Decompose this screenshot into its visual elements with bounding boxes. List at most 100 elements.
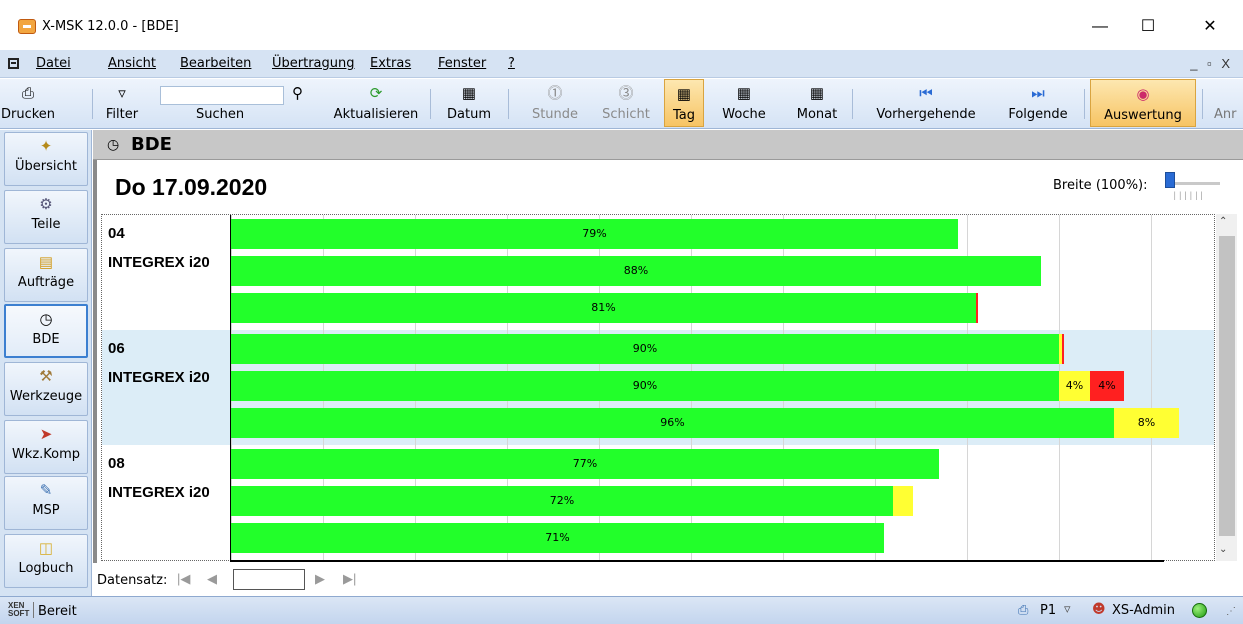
sidebar-item-label: Werkzeuge — [9, 389, 83, 404]
page-title: BDE — [131, 134, 172, 155]
last-record-button[interactable]: ▶| — [343, 571, 356, 587]
msp-icon: ✎ — [39, 482, 53, 499]
status-bar: XEN SOFT Bereit ⎙ P1 ▿ ☻ XS-Admin — [0, 596, 1243, 624]
maximize-button[interactable]: ☐ — [1125, 12, 1171, 42]
network-printer-icon: ⎙ — [1018, 603, 1029, 618]
next-button[interactable]: ⏭ Folgende — [1000, 79, 1076, 127]
bar-value-label: 81% — [591, 301, 616, 314]
width-slider-ticks: ││││││ — [1173, 193, 1206, 200]
next-label: Folgende — [1008, 107, 1068, 122]
resize-grip-icon[interactable]: ⋰ — [1226, 606, 1236, 617]
sidebar-item-overview[interactable]: ✦ Übersicht — [4, 132, 88, 186]
minimize-button[interactable]: — — [1077, 12, 1123, 42]
sidebar-item-msp[interactable]: ✎ MSP — [4, 476, 88, 530]
calendar-icon: ▦ — [461, 85, 477, 102]
filter-status-icon: ▿ — [1064, 602, 1071, 617]
sidebar-item-label: Logbuch — [18, 561, 74, 576]
title-bar: X-MSK 12.0.0 - [BDE] — ☐ ✕ — [0, 0, 1243, 50]
print-label: Drucken — [0, 107, 56, 122]
menu-bearbeiten[interactable]: Bearbeiten — [180, 56, 251, 71]
search-input[interactable] — [160, 86, 284, 105]
width-slider-thumb[interactable] — [1165, 172, 1175, 188]
sidebar-item-logbook[interactable]: ◫ Logbuch — [4, 534, 88, 588]
content-header: ◷ BDE — [93, 130, 1243, 160]
menu-fenster[interactable]: Fenster — [438, 56, 486, 71]
print-button[interactable]: ⎙ Drucken — [0, 79, 56, 127]
filter-funnel-icon: ▿ — [118, 85, 126, 102]
filter-label: Filter — [105, 107, 139, 122]
month-button[interactable]: ▦ Monat — [790, 79, 844, 127]
skip-forward-icon: ⏭ — [1031, 85, 1045, 102]
orders-icon: ▤ — [38, 254, 54, 271]
bar-value-label: 77% — [572, 457, 598, 470]
scroll-up-arrow-icon[interactable]: ⌃ — [1219, 216, 1227, 227]
previous-label: Vorhergehende — [876, 107, 976, 122]
search-label: Suchen — [196, 107, 245, 122]
menu-help[interactable]: ? — [508, 56, 515, 71]
toolbar-separator — [1202, 89, 1203, 119]
system-menu-icon[interactable] — [8, 58, 19, 69]
close-button[interactable]: ✕ — [1187, 12, 1233, 42]
record-number-input[interactable] — [233, 569, 305, 590]
sidebar-item-orders[interactable]: ▤ Aufträge — [4, 248, 88, 302]
sidebar-item-label: Aufträge — [17, 275, 75, 290]
bar-value-label: 71% — [545, 531, 570, 544]
vertical-scrollbar-thumb[interactable] — [1219, 236, 1235, 536]
bar-value-label: 90% — [632, 379, 658, 392]
bar-segment-warning[interactable] — [893, 486, 913, 516]
skip-back-icon: ⏮ — [919, 85, 933, 102]
toolbar-separator — [1084, 89, 1085, 119]
shift-icon: ⓷ — [618, 85, 634, 102]
record-navigator: Datensatz: |◀ ◀ ▶ ▶| — [93, 563, 1243, 596]
machine-id: 08 — [108, 455, 125, 472]
search-magnifier-icon[interactable]: ⚲ — [292, 84, 303, 102]
sidebar-item-tool-compensation[interactable]: ➤ Wkz.Komp — [4, 420, 88, 474]
evaluation-button[interactable]: ◉ Auswertung — [1090, 79, 1196, 127]
first-record-button[interactable]: |◀ — [177, 571, 190, 587]
scroll-down-arrow-icon[interactable]: ⌄ — [1219, 544, 1227, 555]
toolbar-separator — [852, 89, 853, 119]
bar-segment-error[interactable] — [1062, 334, 1064, 364]
hour-button[interactable]: ⓵ Stunde — [528, 79, 582, 127]
refresh-icon: ⟳ — [369, 85, 383, 102]
menu-datei[interactable]: Datei — [36, 56, 71, 71]
date-button[interactable]: ▦ Datum — [440, 79, 498, 127]
sidebar-item-parts[interactable]: ⚙ Teile — [4, 190, 88, 244]
menu-extras[interactable]: Extras — [370, 56, 411, 71]
machine-name: INTEGREX i20 — [108, 484, 210, 501]
day-calendar-icon: ▦ — [676, 86, 692, 103]
evaluation-icon: ◉ — [1136, 86, 1150, 103]
date-title: Do 17.09.2020 — [115, 174, 268, 200]
bar-value-label: 90% — [632, 342, 658, 355]
sidebar-item-tools[interactable]: ⚒ Werkzeuge — [4, 362, 88, 416]
mdi-window-controls[interactable]: _ ▫ X — [1190, 56, 1233, 71]
menu-bar: Datei Ansicht Bearbeiten Übertragung Ext… — [0, 50, 1243, 78]
bar-value-label: 72% — [549, 494, 575, 507]
week-calendar-icon: ▦ — [736, 85, 752, 102]
more-button-label[interactable]: Anr — [1214, 107, 1236, 122]
grid-line — [1151, 215, 1152, 560]
refresh-button[interactable]: ⟳ Aktualisieren — [330, 79, 422, 127]
week-label: Woche — [722, 107, 766, 122]
machine-name: INTEGREX i20 — [108, 254, 210, 271]
menu-uebertragung[interactable]: Übertragung — [272, 56, 355, 71]
menu-ansicht[interactable]: Ansicht — [108, 56, 156, 71]
sidebar-item-bde[interactable]: ◷ BDE — [4, 304, 88, 358]
week-button[interactable]: ▦ Woche — [718, 79, 770, 127]
shift-button[interactable]: ⓷ Schicht — [598, 79, 654, 127]
machine-id: 04 — [108, 225, 125, 242]
bar-segment-error[interactable] — [976, 293, 978, 323]
filter-button[interactable]: ▿ Filter — [100, 79, 144, 127]
width-slider-track[interactable] — [1170, 182, 1220, 185]
day-button[interactable]: ▦ Tag — [664, 79, 704, 127]
evaluation-label: Auswertung — [1104, 108, 1182, 123]
record-label: Datensatz: — [97, 573, 168, 588]
toolbar-separator — [92, 89, 93, 119]
previous-record-button[interactable]: ◀ — [207, 571, 217, 587]
machine-name: INTEGREX i20 — [108, 369, 210, 386]
bar-value-label: 8% — [1137, 416, 1156, 429]
sidebar-item-label: BDE — [32, 332, 60, 347]
next-record-button[interactable]: ▶ — [315, 571, 325, 587]
previous-button[interactable]: ⏮ Vorhergehende — [866, 79, 986, 127]
user-name: XS-Admin — [1112, 603, 1175, 618]
